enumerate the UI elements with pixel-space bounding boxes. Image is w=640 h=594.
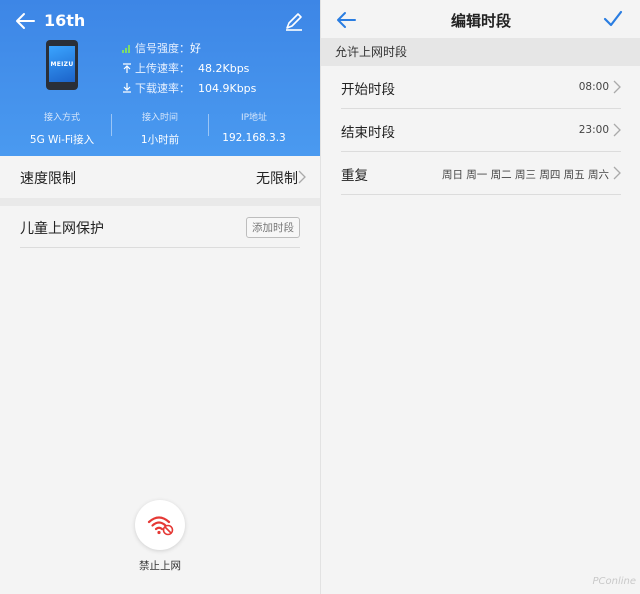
speed-limit-label: 速度限制 [20, 171, 76, 187]
confirm-check-icon[interactable] [603, 10, 623, 28]
start-time-value: 08:00 [578, 81, 609, 93]
device-header: 16th MEIZU 信号强度： 好 上传速率： 48.2Kbps 下载速率： … [0, 0, 320, 156]
upload-row: 上传速率： 48.2Kbps [122, 60, 249, 76]
repeat-label: 重复 [341, 168, 368, 184]
device-detail-screen: 16th MEIZU 信号强度： 好 上传速率： 48.2Kbps 下载速率： … [0, 0, 320, 594]
wifi-blocked-icon [147, 516, 174, 536]
back-arrow-icon[interactable] [14, 10, 36, 32]
stat-access-time: 接入时间 1小时前 [110, 110, 210, 147]
stat-ip-address: IP地址 192.168.3.3 [204, 110, 304, 144]
upload-label: 上传速率： [135, 62, 190, 75]
signal-value: 好 [190, 42, 201, 55]
start-time-label: 开始时段 [341, 82, 395, 98]
speed-limit-value: 无限制 [256, 171, 298, 187]
stat-value: 1小时前 [140, 134, 180, 146]
end-time-label: 结束时段 [341, 125, 395, 141]
add-time-slot-button[interactable]: 添加时段 [246, 217, 300, 238]
section-gap [0, 198, 320, 206]
stat-value: 192.168.3.3 [222, 132, 286, 144]
section-title: 允许上网时段 [335, 45, 408, 59]
section-header: 允许上网时段 [321, 38, 640, 66]
block-internet-button[interactable] [135, 500, 185, 550]
start-time-row[interactable]: 开始时段 08:00 [321, 66, 640, 108]
stat-key: IP地址 [240, 113, 268, 123]
stat-access-method: 接入方式 5G Wi-Fi接入 [12, 110, 112, 147]
phone-icon: MEIZU [46, 40, 78, 90]
edit-pencil-icon[interactable] [284, 11, 304, 31]
download-arrow-icon [123, 83, 131, 93]
end-time-row[interactable]: 结束时段 23:00 [321, 109, 640, 151]
signal-bars-icon [122, 45, 130, 53]
download-row: 下载速率： 104.9Kbps [122, 80, 256, 96]
edit-header: 编辑时段 [321, 0, 640, 38]
download-label: 下载速率： [135, 82, 190, 95]
stat-key: 接入时间 [141, 113, 178, 123]
child-protection-label: 儿童上网保护 [20, 221, 104, 237]
chevron-right-icon [613, 80, 621, 94]
repeat-row[interactable]: 重复 周日 周一 周二 周三 周四 周五 周六 [321, 152, 640, 194]
child-protection-row: 儿童上网保护 添加时段 [0, 206, 320, 248]
speed-limit-row[interactable]: 速度限制 无限制 [0, 156, 320, 198]
divider [20, 247, 300, 248]
stat-key: 接入方式 [43, 113, 80, 123]
upload-arrow-icon [123, 63, 131, 73]
divider [341, 194, 621, 195]
watermark: PConline [592, 576, 636, 587]
edit-time-slot-screen: 编辑时段 允许上网时段 开始时段 08:00 结束时段 23:00 重复 周日 … [320, 0, 640, 594]
block-internet-label: 禁止上网 [139, 560, 181, 572]
device-name: 16th [44, 11, 86, 30]
end-time-value: 23:00 [578, 124, 609, 136]
upload-value: 48.2Kbps [198, 61, 250, 75]
chevron-right-icon [298, 170, 306, 184]
chevron-right-icon [613, 123, 621, 137]
chevron-right-icon [613, 166, 621, 180]
signal-row: 信号强度： 好 [122, 40, 201, 56]
phone-brand: MEIZU [50, 60, 74, 68]
download-value: 104.9Kbps [198, 81, 257, 95]
repeat-value: 周日 周一 周二 周三 周四 周五 周六 [441, 169, 609, 181]
signal-label: 信号强度： [135, 42, 190, 55]
page-title: 编辑时段 [450, 12, 511, 30]
stat-value: 5G Wi-Fi接入 [29, 134, 95, 146]
